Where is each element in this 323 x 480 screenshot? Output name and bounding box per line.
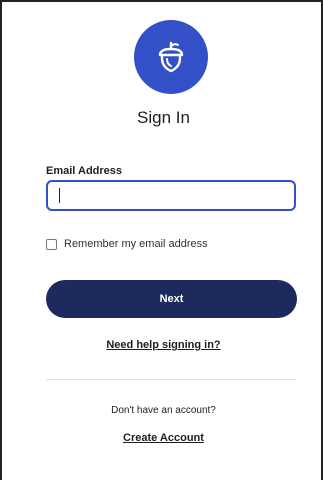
- no-account-text: Don't have an account?: [111, 405, 216, 416]
- page-title: Sign In: [137, 108, 190, 127]
- brand-logo: [134, 20, 208, 94]
- create-account-link[interactable]: Create Account: [123, 432, 204, 444]
- help-link-row: Need help signing in?: [2, 339, 323, 351]
- next-button[interactable]: Next: [46, 280, 297, 318]
- divider: [46, 379, 297, 380]
- remember-email-label: Remember my email address: [64, 238, 208, 250]
- remember-email-checkbox[interactable]: [46, 238, 57, 250]
- create-account-row: Create Account: [2, 432, 323, 444]
- text-cursor: [59, 188, 60, 203]
- sign-in-panel: Sign In Email Address Remember my email …: [0, 0, 323, 480]
- remember-email-option[interactable]: Remember my email address: [46, 238, 208, 250]
- email-label: Email Address: [46, 165, 123, 177]
- acorn-icon: [158, 41, 184, 73]
- need-help-link[interactable]: Need help signing in?: [106, 339, 220, 351]
- email-field[interactable]: [46, 180, 296, 211]
